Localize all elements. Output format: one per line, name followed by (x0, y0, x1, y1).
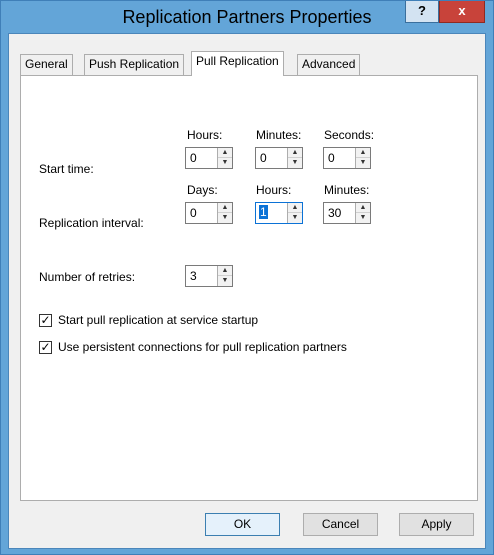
interval-hours-label: Hours: (256, 183, 292, 197)
spin-down-icon[interactable]: ▼ (288, 158, 302, 168)
spinner-arrows: ▲ ▼ (287, 203, 302, 223)
tab-general[interactable]: General (20, 54, 73, 75)
start-minutes-spinner[interactable]: 0 ▲ ▼ (255, 147, 303, 169)
dialog-window: Replication Partners Properties ? x Gene… (0, 0, 494, 555)
start-seconds-spinner[interactable]: 0 ▲ ▼ (323, 147, 371, 169)
retries-spinner[interactable]: 3 ▲ ▼ (185, 265, 233, 287)
start-hours-spinner[interactable]: 0 ▲ ▼ (185, 147, 233, 169)
retries-label: Number of retries: (39, 270, 136, 284)
start-hours-label: Hours: (187, 128, 223, 142)
spin-down-icon[interactable]: ▼ (356, 158, 370, 168)
tab-push-replication[interactable]: Push Replication (84, 54, 185, 75)
start-seconds-label: Seconds: (324, 128, 375, 142)
startup-checkbox[interactable]: ✓ (39, 314, 52, 327)
spin-up-icon[interactable]: ▲ (218, 148, 232, 158)
title-bar[interactable]: Replication Partners Properties ? x (1, 1, 493, 33)
spin-down-icon[interactable]: ▼ (218, 158, 232, 168)
start-minutes-value: 0 (260, 151, 267, 165)
tab-pull-replication[interactable]: Pull Replication (191, 51, 284, 76)
interval-days-label: Days: (187, 183, 218, 197)
spin-up-icon[interactable]: ▲ (288, 203, 302, 213)
spin-down-icon[interactable]: ▼ (218, 213, 232, 223)
spinner-arrows: ▲ ▼ (355, 203, 370, 223)
spin-up-icon[interactable]: ▲ (218, 203, 232, 213)
pull-replication-panel: Start time: Hours: 0 ▲ ▼ Minutes: 0 ▲ ▼ … (20, 75, 478, 501)
spinner-arrows: ▲ ▼ (217, 266, 232, 286)
spin-down-icon[interactable]: ▼ (288, 213, 302, 223)
apply-button[interactable]: Apply (399, 513, 474, 536)
dialog-client-area: General Push Replication Pull Replicatio… (8, 33, 486, 549)
close-button[interactable]: x (439, 1, 485, 23)
cancel-button[interactable]: Cancel (303, 513, 378, 536)
interval-minutes-label: Minutes: (324, 183, 370, 197)
spinner-arrows: ▲ ▼ (355, 148, 370, 168)
spinner-arrows: ▲ ▼ (217, 148, 232, 168)
interval-minutes-value: 30 (328, 206, 342, 220)
start-hours-value: 0 (190, 151, 197, 165)
spinner-arrows: ▲ ▼ (287, 148, 302, 168)
replication-interval-label: Replication interval: (39, 216, 144, 230)
retries-value: 3 (190, 269, 197, 283)
interval-days-value: 0 (190, 206, 197, 220)
spin-up-icon[interactable]: ▲ (356, 203, 370, 213)
persistent-checkbox-label[interactable]: Use persistent connections for pull repl… (58, 340, 347, 354)
start-time-label: Start time: (39, 162, 94, 176)
spin-down-icon[interactable]: ▼ (356, 213, 370, 223)
spin-up-icon[interactable]: ▲ (288, 148, 302, 158)
interval-minutes-spinner[interactable]: 30 ▲ ▼ (323, 202, 371, 224)
interval-hours-value: 1 (259, 205, 268, 219)
tab-advanced[interactable]: Advanced (297, 54, 361, 75)
spin-down-icon[interactable]: ▼ (218, 276, 232, 286)
start-minutes-label: Minutes: (256, 128, 302, 142)
spinner-arrows: ▲ ▼ (217, 203, 232, 223)
start-seconds-value: 0 (328, 151, 335, 165)
spin-up-icon[interactable]: ▲ (356, 148, 370, 158)
ok-button[interactable]: OK (205, 513, 280, 536)
spin-up-icon[interactable]: ▲ (218, 266, 232, 276)
interval-hours-spinner[interactable]: 1 ▲ ▼ (255, 202, 303, 224)
help-button[interactable]: ? (405, 1, 439, 23)
interval-days-spinner[interactable]: 0 ▲ ▼ (185, 202, 233, 224)
persistent-checkbox[interactable]: ✓ (39, 341, 52, 354)
startup-checkbox-label[interactable]: Start pull replication at service startu… (58, 313, 258, 327)
